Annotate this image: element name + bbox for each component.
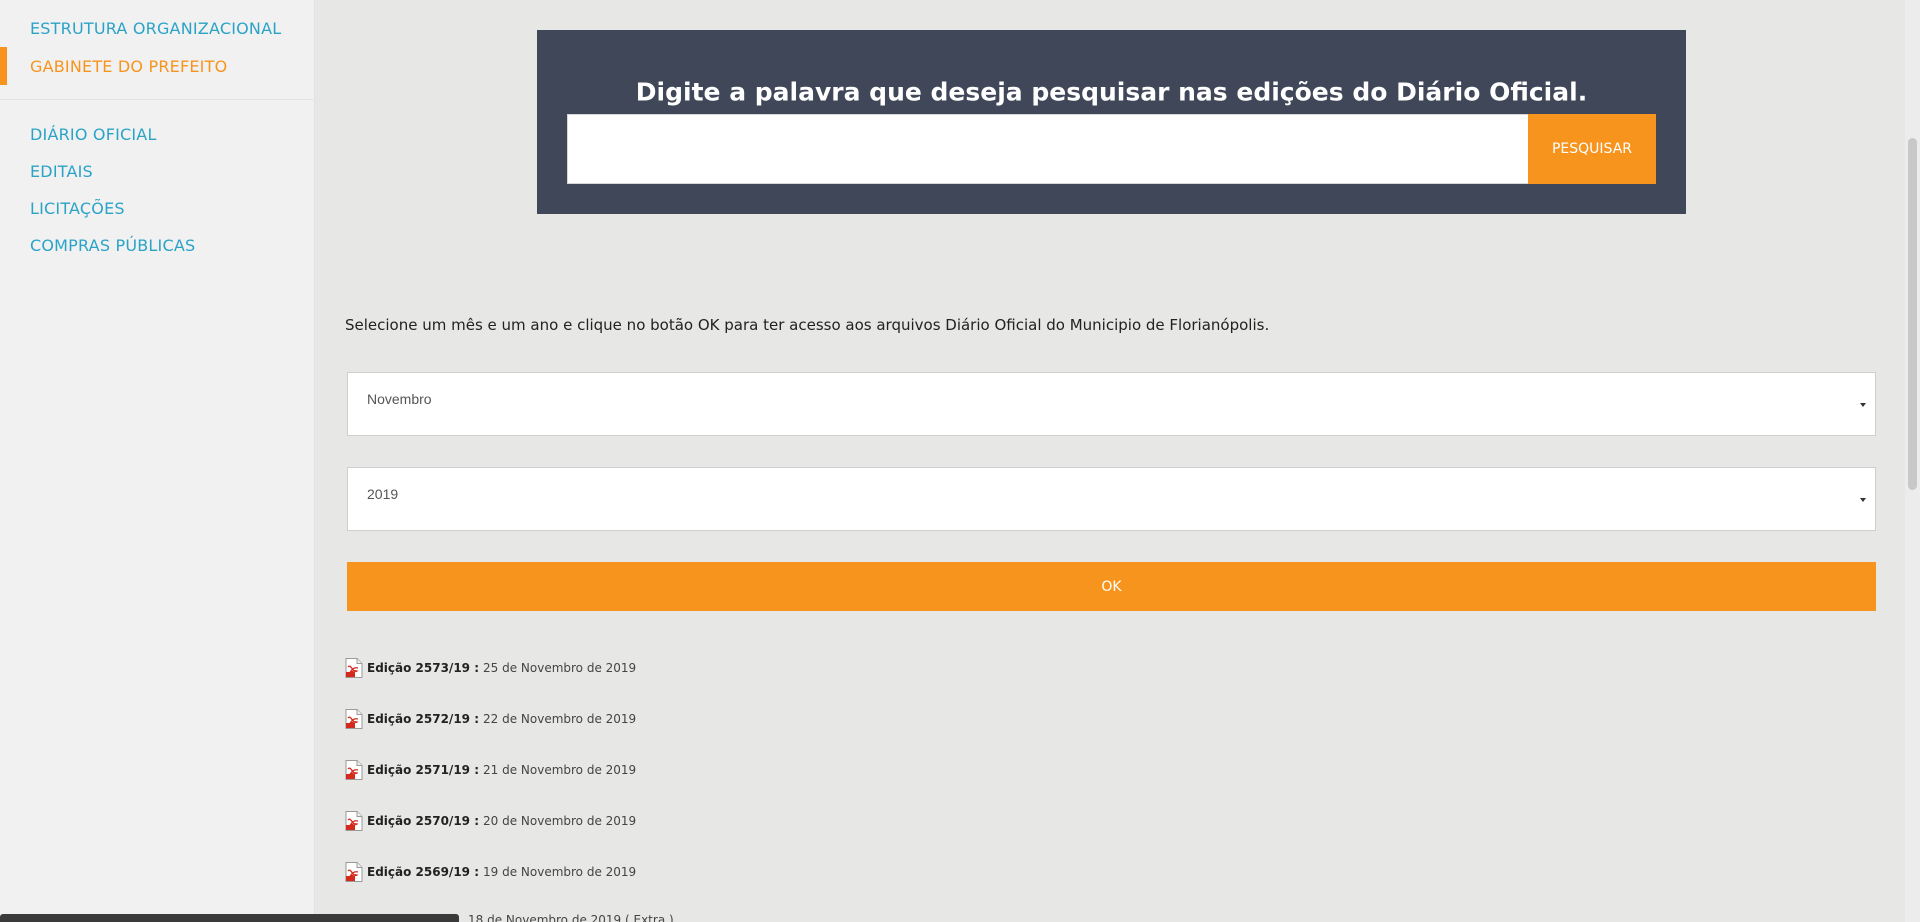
edition-item[interactable]: Edição 2571/19 : 21 de Novembro de 2019: [345, 760, 636, 780]
pdf-icon: [345, 709, 363, 729]
instruction-text: Selecione um mês e um ano e clique no bo…: [345, 316, 1270, 334]
edition-label[interactable]: Edição 2570/19 :: [367, 814, 479, 828]
edition-item[interactable]: Edição 2573/19 : 25 de Novembro de 2019: [345, 658, 636, 678]
ok-button[interactable]: OK: [347, 562, 1876, 611]
month-select[interactable]: Novembro: [347, 372, 1876, 436]
chevron-down-icon: [1860, 403, 1866, 407]
edition-item[interactable]: Edição 2570/19 : 20 de Novembro de 2019: [345, 811, 636, 831]
edition-date: 20 de Novembro de 2019: [483, 814, 637, 828]
year-select-value: 2019: [367, 486, 399, 502]
search-input[interactable]: [567, 114, 1529, 184]
edition-label[interactable]: Edição 2569/19 :: [367, 865, 479, 879]
pdf-icon: [345, 760, 363, 780]
month-select-value: Novembro: [367, 391, 432, 407]
sidebar: ESTRUTURA ORGANIZACIONAL GABINETE DO PRE…: [0, 0, 315, 922]
sidebar-item-licitacoes[interactable]: LICITAÇÕES: [30, 199, 125, 218]
edition-date: 22 de Novembro de 2019: [483, 712, 637, 726]
scrollbar-thumb[interactable]: [1908, 138, 1917, 490]
search-banner: Digite a palavra que deseja pesquisar na…: [537, 30, 1686, 214]
sidebar-item-estrutura-organizacional[interactable]: ESTRUTURA ORGANIZACIONAL: [30, 19, 281, 38]
active-indicator: [0, 47, 7, 85]
year-select[interactable]: 2019: [347, 467, 1876, 531]
sidebar-item-gabinete-do-prefeito[interactable]: GABINETE DO PREFEITO: [30, 57, 227, 76]
edition-item[interactable]: Edição 2569/19 : 19 de Novembro de 2019: [345, 862, 636, 882]
scrollbar[interactable]: [1905, 0, 1920, 922]
sidebar-divider: [0, 99, 315, 100]
search-button[interactable]: PESQUISAR: [1528, 114, 1656, 184]
search-title: Digite a palavra que deseja pesquisar na…: [635, 77, 1588, 107]
sidebar-item-compras-publicas[interactable]: COMPRAS PÚBLICAS: [30, 236, 195, 255]
edition-date-partial: 18 de Novembro de 2019 ( Extra ): [468, 913, 674, 922]
edition-date: 19 de Novembro de 2019: [483, 865, 637, 879]
tooltip-bar: [0, 914, 459, 922]
edition-date: 21 de Novembro de 2019: [483, 763, 637, 777]
edition-date: 25 de Novembro de 2019: [483, 661, 637, 675]
edition-label[interactable]: Edição 2573/19 :: [367, 661, 479, 675]
sidebar-item-editais[interactable]: EDITAIS: [30, 162, 93, 181]
edition-label[interactable]: Edição 2571/19 :: [367, 763, 479, 777]
pdf-icon: [345, 862, 363, 882]
pdf-icon: [345, 658, 363, 678]
edition-item[interactable]: Edição 2572/19 : 22 de Novembro de 2019: [345, 709, 636, 729]
edition-label[interactable]: Edição 2572/19 :: [367, 712, 479, 726]
chevron-down-icon: [1860, 498, 1866, 502]
pdf-icon: [345, 811, 363, 831]
sidebar-item-diario-oficial[interactable]: DIÁRIO OFICIAL: [30, 125, 157, 144]
